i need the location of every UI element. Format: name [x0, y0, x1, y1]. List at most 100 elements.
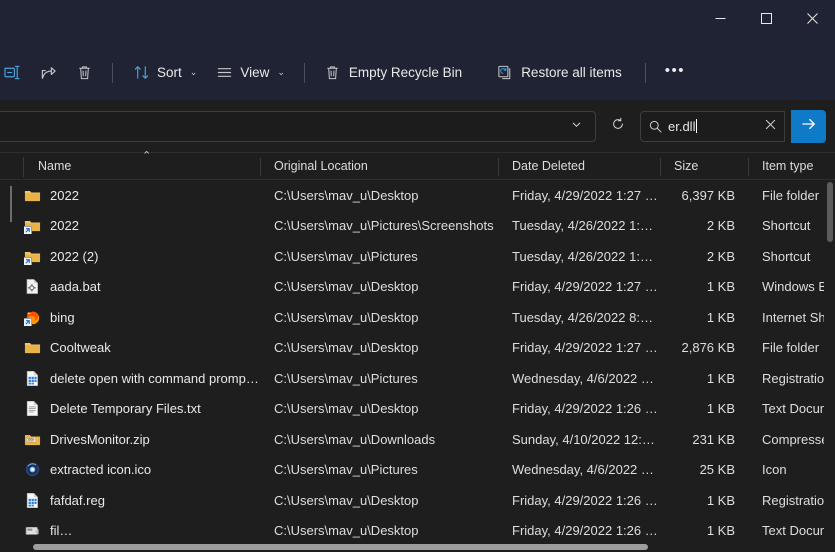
date-deleted-cell: Sunday, 4/10/2022 12:33 P… — [498, 432, 660, 447]
clear-search-button[interactable] — [758, 114, 782, 138]
original-location-cell: C:\Users\mav_u\Desktop — [260, 310, 498, 325]
date-deleted-cell: Tuesday, 4/26/2022 1:29 PM — [498, 249, 660, 264]
size-cell: 2 KB — [660, 249, 748, 264]
folder-icon — [24, 248, 41, 265]
view-button[interactable]: View ⌄ — [206, 56, 294, 90]
date-deleted-cell: Tuesday, 4/26/2022 8:04 PM — [498, 310, 660, 325]
horizontal-scrollbar[interactable] — [0, 541, 824, 552]
maximize-button[interactable] — [743, 0, 789, 36]
share-button[interactable] — [30, 56, 66, 90]
file-name-cell[interactable]: bing — [24, 309, 260, 326]
column-header-name[interactable]: ⌃ Name — [24, 153, 260, 179]
file-name-cell[interactable]: Cooltweak — [24, 339, 260, 356]
column-header-location[interactable]: Original Location — [260, 153, 498, 179]
column-header-date-deleted-label: Date Deleted — [512, 159, 585, 173]
size-cell: 25 KB — [660, 462, 748, 477]
address-bar[interactable] — [0, 111, 596, 142]
table-row[interactable]: CooltweakC:\Users\mav_u\DesktopFriday, 4… — [0, 333, 835, 364]
file-name-cell[interactable]: fafdaf.reg — [24, 492, 260, 509]
date-deleted-cell: Friday, 4/29/2022 1:27 PM — [498, 188, 660, 203]
list-edge-marker — [10, 186, 12, 222]
date-deleted-cell: Wednesday, 4/6/2022 4:19… — [498, 371, 660, 386]
search-box[interactable]: er.dll — [640, 111, 785, 142]
original-location-cell: C:\Users\mav_u\Downloads — [260, 432, 498, 447]
date-deleted-cell: Friday, 4/29/2022 1:26 PM — [498, 401, 660, 416]
overflow-menu-button[interactable]: ••• — [656, 56, 694, 90]
date-deleted-cell: Tuesday, 4/26/2022 1:28 PM — [498, 218, 660, 233]
table-row[interactable]: extracted icon.ico C:\Users\mav_u\Picture… — [0, 455, 835, 486]
table-row[interactable]: delete open with command promp…C:\Users\… — [0, 363, 835, 394]
item-type-cell: Shortcut — [748, 249, 835, 264]
table-row[interactable]: aada.batC:\Users\mav_u\DesktopFriday, 4/… — [0, 272, 835, 303]
table-row[interactable]: 2022 (2)C:\Users\mav_u\PicturesTuesday, … — [0, 241, 835, 272]
horizontal-scrollbar-thumb[interactable] — [33, 544, 648, 550]
table-row[interactable]: fafdaf.regC:\Users\mav_u\DesktopFriday, … — [0, 485, 835, 516]
refresh-button[interactable] — [603, 111, 633, 142]
delete-button[interactable] — [66, 56, 102, 90]
file-name-label: 2022 — [50, 188, 79, 203]
file-name-label: extracted icon.ico — [50, 462, 151, 477]
item-type-cell: Shortcut — [748, 218, 835, 233]
file-name-label: 2022 — [50, 218, 79, 233]
search-input-value: er.dll — [668, 119, 695, 134]
shortcut-overlay-icon — [24, 226, 32, 234]
date-deleted-cell: Friday, 4/29/2022 1:26 PM — [498, 493, 660, 508]
restore-icon — [496, 64, 514, 82]
size-cell: 1 KB — [660, 279, 748, 294]
file-name-cell[interactable]: 2022 (2) — [24, 248, 260, 265]
address-history-dropdown[interactable] — [563, 113, 589, 139]
file-name-cell[interactable]: extracted icon.ico — [24, 461, 260, 478]
file-name-cell[interactable]: fil… — [24, 522, 260, 539]
rename-button[interactable] — [0, 56, 30, 90]
item-type-cell: Icon — [748, 462, 835, 477]
bat-icon — [24, 278, 41, 295]
minimize-button[interactable] — [697, 0, 743, 36]
ico-icon — [24, 461, 41, 478]
size-cell: 1 KB — [660, 493, 748, 508]
table-row[interactable]: DrivesMonitor.zipC:\Users\mav_u\Download… — [0, 424, 835, 455]
empty-recycle-bin-label: Empty Recycle Bin — [349, 65, 462, 80]
address-row: er.dll — [0, 100, 835, 152]
file-name-cell[interactable]: 2022 — [24, 187, 260, 204]
vertical-scrollbar[interactable] — [824, 180, 835, 552]
toolbar-separator — [304, 63, 305, 83]
table-row[interactable]: 2022C:\Users\mav_u\Pictures\ScreenshotsT… — [0, 211, 835, 242]
file-name-cell[interactable]: Delete Temporary Files.txt — [24, 400, 260, 417]
sort-button[interactable]: Sort ⌄ — [123, 56, 206, 90]
file-name-cell[interactable]: delete open with command promp… — [24, 370, 260, 387]
table-row[interactable]: 2022C:\Users\mav_u\DesktopFriday, 4/29/2… — [0, 180, 835, 211]
txt-icon — [24, 400, 41, 417]
shortcut-overlay-icon — [24, 257, 32, 265]
column-header-date-deleted[interactable]: Date Deleted — [498, 153, 660, 179]
folder-icon — [24, 339, 41, 356]
table-row[interactable]: bingC:\Users\mav_u\DesktopTuesday, 4/26/… — [0, 302, 835, 333]
vertical-scrollbar-thumb[interactable] — [827, 182, 833, 242]
zip-icon — [24, 431, 41, 448]
original-location-cell: C:\Users\mav_u\Desktop — [260, 493, 498, 508]
search-input[interactable]: er.dll — [668, 119, 752, 134]
firefox-icon — [24, 309, 41, 326]
search-submit-button[interactable] — [791, 110, 826, 143]
share-icon — [39, 64, 57, 82]
view-label: View — [240, 65, 269, 80]
empty-recycle-bin-button[interactable]: Empty Recycle Bin — [315, 56, 471, 90]
file-name-cell[interactable]: aada.bat — [24, 278, 260, 295]
close-button[interactable] — [789, 0, 835, 36]
original-location-cell: C:\Users\mav_u\Pictures — [260, 462, 498, 477]
item-type-cell: File folder — [748, 188, 835, 203]
restore-all-items-button[interactable]: Restore all items — [487, 56, 631, 90]
date-deleted-cell: Friday, 4/29/2022 1:26 PM — [498, 523, 660, 538]
file-name-cell[interactable]: DrivesMonitor.zip — [24, 431, 260, 448]
sort-label: Sort — [157, 65, 182, 80]
file-name-cell[interactable]: 2022 — [24, 217, 260, 234]
text-caret — [696, 119, 697, 133]
file-explorer-window: Sort ⌄ View ⌄ — [0, 0, 835, 552]
file-list[interactable]: 2022C:\Users\mav_u\DesktopFriday, 4/29/2… — [0, 180, 835, 552]
column-header-size[interactable]: Size — [660, 153, 748, 179]
folder-icon — [24, 217, 41, 234]
folder-icon — [24, 187, 41, 204]
file-rows-container: 2022C:\Users\mav_u\DesktopFriday, 4/29/2… — [0, 180, 835, 546]
header-gutter — [0, 153, 24, 179]
table-row[interactable]: Delete Temporary Files.txtC:\Users\mav_u… — [0, 394, 835, 425]
column-header-item-type[interactable]: Item type — [748, 153, 835, 179]
